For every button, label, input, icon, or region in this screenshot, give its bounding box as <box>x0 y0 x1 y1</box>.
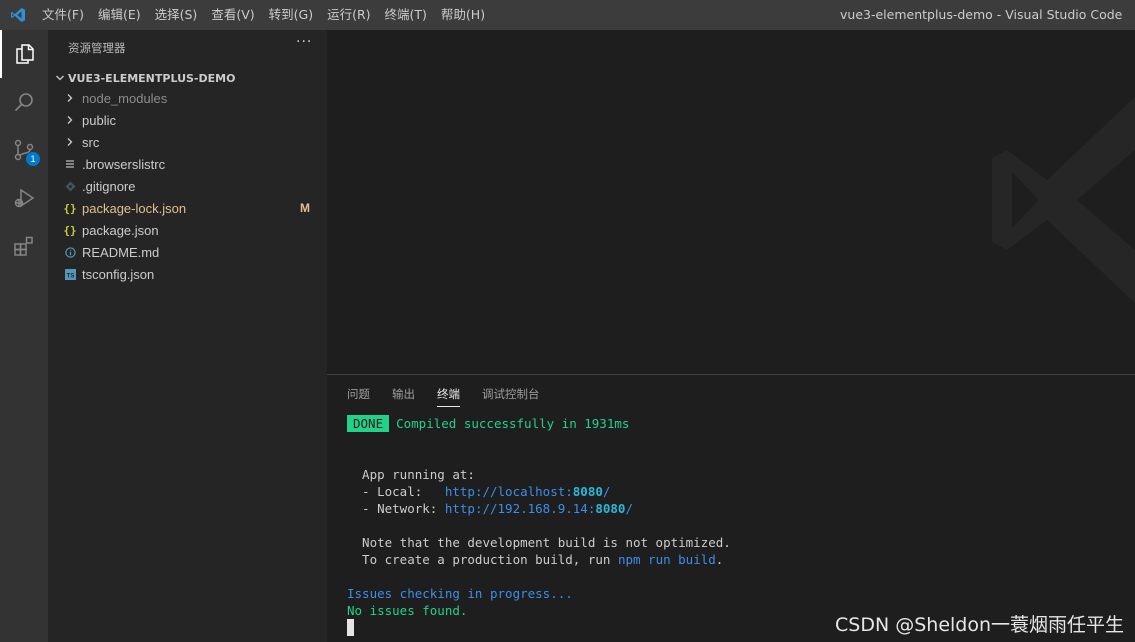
production-text: To create a production build, run <box>347 552 618 567</box>
title-bar: 文件(F) 编辑(E) 选择(S) 查看(V) 转到(G) 运行(R) 终端(T… <box>0 0 1135 30</box>
vscode-watermark-icon <box>992 96 1135 304</box>
explorer-icon[interactable] <box>0 30 48 78</box>
terminal-line-app-running: App running at: <box>347 467 475 482</box>
ts-file-icon: TS <box>62 263 78 285</box>
explorer-sidebar: 资源管理器 ··· VUE3-ELEMENTPLUS-DEMO node_mod… <box>48 30 327 642</box>
terminal-line-no-issues: No issues found. <box>347 603 468 618</box>
scm-badge: 1 <box>26 152 40 166</box>
tree-item-label: .gitignore <box>82 178 136 194</box>
menu-bar: 文件(F) 编辑(E) 选择(S) 查看(V) 转到(G) 运行(R) 终端(T… <box>35 0 492 30</box>
tree-item-browserslistrc[interactable]: .browserslistrc <box>48 153 327 175</box>
terminal-line-local: - Local: http://localhost:8080/ <box>347 483 610 500</box>
terminal-line-issues: Issues checking in progress... <box>347 586 573 601</box>
menu-terminal[interactable]: 终端(T) <box>378 0 434 30</box>
chevron-down-icon <box>52 73 68 83</box>
done-badge: DONE <box>347 415 390 432</box>
build-command: npm run build <box>617 552 716 567</box>
tab-terminal[interactable]: 终端 <box>437 383 460 407</box>
sidebar-title: 资源管理器 <box>68 41 126 55</box>
extensions-icon[interactable] <box>0 222 48 270</box>
menu-file[interactable]: 文件(F) <box>35 0 91 30</box>
editor-area <box>327 30 1135 374</box>
menu-help[interactable]: 帮助(H) <box>434 0 492 30</box>
tree-item-label: README.md <box>82 244 160 260</box>
json-braces-icon: {} <box>63 201 77 215</box>
production-period: . <box>715 552 724 567</box>
tree-item-package-json[interactable]: {} package.json <box>48 219 327 241</box>
lines-file-icon <box>62 153 78 175</box>
workspace-folder-label: VUE3-ELEMENTPLUS-DEMO <box>68 71 236 85</box>
terminal-line-compiled: DONE Compiled successfully in 1931ms <box>347 415 629 432</box>
tab-output[interactable]: 输出 <box>392 383 415 407</box>
tree-item-tsconfig[interactable]: TS tsconfig.json <box>48 263 327 285</box>
network-url-slash[interactable]: / <box>625 501 633 516</box>
search-icon[interactable] <box>0 78 48 126</box>
terminal-line-production: To create a production build, run npm ru… <box>347 551 723 568</box>
tree-item-label: src <box>82 134 100 150</box>
chevron-right-icon <box>62 109 78 131</box>
tree-item-node-modules[interactable]: node_modules <box>48 87 327 109</box>
tree-item-label: .browserslistrc <box>82 156 166 172</box>
csdn-watermark: CSDN @Sheldon一蓑烟雨任平生 <box>835 614 1125 636</box>
compiled-text: Compiled successfully in 1931ms <box>396 416 630 431</box>
svg-text:TS: TS <box>66 273 74 279</box>
workspace-folder-header[interactable]: VUE3-ELEMENTPLUS-DEMO <box>52 67 235 89</box>
tree-item-gitignore[interactable]: .gitignore <box>48 175 327 197</box>
tree-item-label: package.json <box>82 222 159 238</box>
menu-go[interactable]: 转到(G) <box>262 0 320 30</box>
git-diamond-icon <box>62 175 78 197</box>
more-actions-button[interactable]: ··· <box>296 34 312 50</box>
run-debug-icon[interactable] <box>0 174 48 222</box>
tree-item-package-lock[interactable]: {} package-lock.json M <box>48 197 327 219</box>
tree-item-readme[interactable]: README.md <box>48 241 327 263</box>
vscode-logo-icon <box>0 0 35 30</box>
terminal-cursor[interactable] <box>347 619 354 636</box>
local-url-host[interactable]: http://localhost: <box>445 484 573 499</box>
info-icon <box>62 241 78 263</box>
local-url-slash[interactable]: / <box>603 484 611 499</box>
local-url-port[interactable]: 8080 <box>573 484 603 499</box>
network-url-port[interactable]: 8080 <box>595 501 625 516</box>
tree-item-label: package-lock.json <box>82 200 187 216</box>
network-url-host[interactable]: http://192.168.9.14: <box>445 501 596 516</box>
tree-item-label: tsconfig.json <box>82 266 155 282</box>
local-label: - Local: <box>347 484 445 499</box>
source-control-icon[interactable]: 1 <box>0 126 48 174</box>
window-title: vue3-elementplus-demo - Visual Studio Co… <box>840 7 1123 22</box>
menu-selection[interactable]: 选择(S) <box>148 0 205 30</box>
terminal-line-note: Note that the development build is not o… <box>347 535 731 550</box>
panel-tabs: 问题 输出 终端 调试控制台 <box>347 383 562 407</box>
tree-item-src[interactable]: src <box>48 131 327 153</box>
tree-item-public[interactable]: public <box>48 109 327 131</box>
bottom-panel: 问题 输出 终端 调试控制台 DONE Compiled successfully… <box>327 374 1135 642</box>
menu-run[interactable]: 运行(R) <box>320 0 377 30</box>
tab-problems[interactable]: 问题 <box>347 383 370 407</box>
tab-debug-console[interactable]: 调试控制台 <box>482 383 540 407</box>
tree-item-label: public <box>82 112 116 128</box>
tree-item-label: node_modules <box>82 90 168 106</box>
terminal-line-network: - Network: http://192.168.9.14:8080/ <box>347 500 633 517</box>
modified-badge: M <box>300 201 310 215</box>
menu-view[interactable]: 查看(V) <box>204 0 261 30</box>
activity-bar: 1 <box>0 30 48 642</box>
network-label: - Network: <box>347 501 445 516</box>
chevron-right-icon <box>62 87 78 109</box>
menu-edit[interactable]: 编辑(E) <box>91 0 148 30</box>
json-braces-icon: {} <box>63 223 77 237</box>
chevron-right-icon <box>62 131 78 153</box>
